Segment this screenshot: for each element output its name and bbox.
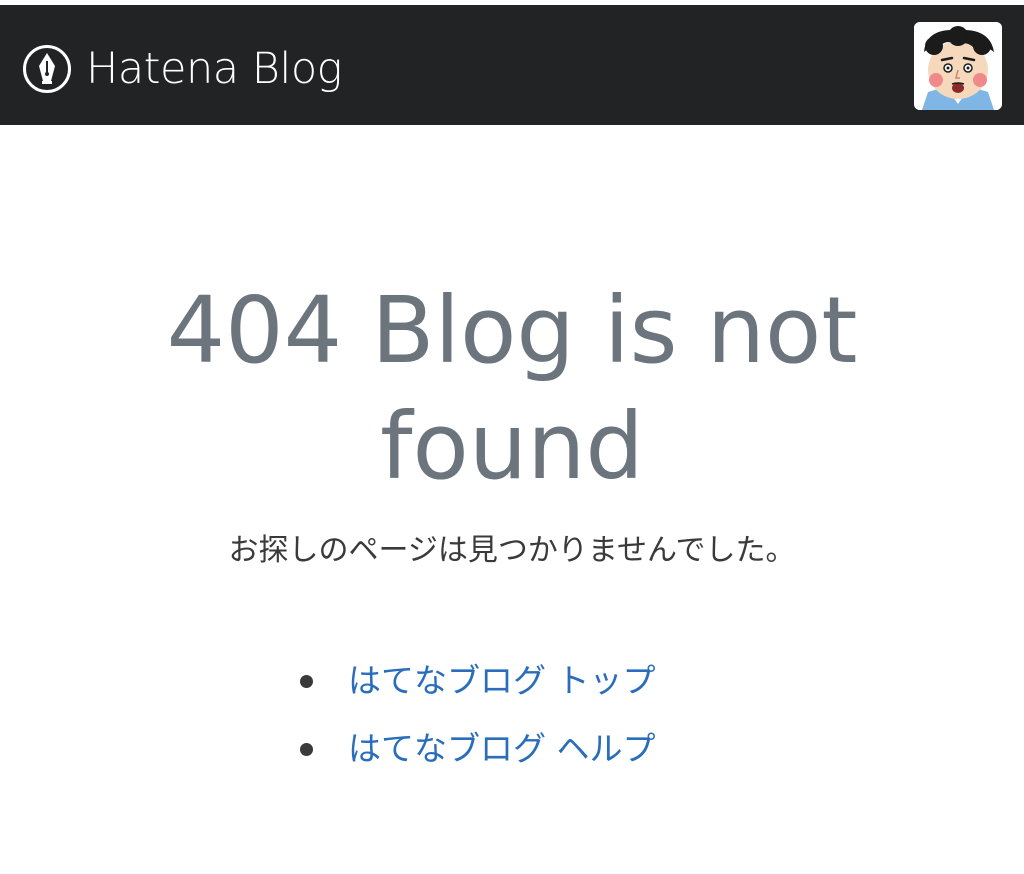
user-avatar-icon — [914, 22, 1002, 110]
hatena-blog-top-link[interactable]: はてなブログ トップ — [348, 659, 656, 703]
bullet-icon — [300, 743, 313, 756]
global-header: Hatena Blog — [0, 5, 1024, 125]
user-avatar[interactable] — [914, 22, 1002, 110]
hatena-blog-help-link[interactable]: はてなブログ ヘルプ — [348, 727, 656, 771]
error-title: 404 Blog is not found — [166, 277, 858, 500]
bullet-icon — [300, 675, 313, 688]
help-link-list: はてなブログ トップ はてなブログ ヘルプ — [296, 647, 656, 783]
error-message: お探しのページは見つかりませんでした。 — [228, 533, 796, 568]
hatena-blog-logo-link[interactable]: Hatena Blog — [22, 41, 343, 97]
list-item: はてなブログ ヘルプ — [296, 715, 656, 783]
brand-name: Hatena Blog — [86, 44, 343, 94]
fountain-pen-icon — [23, 45, 71, 93]
list-item: はてなブログ トップ — [296, 647, 656, 715]
error-page: 404 Blog is not found お探しのページは見つかりませんでした… — [0, 125, 1024, 874]
